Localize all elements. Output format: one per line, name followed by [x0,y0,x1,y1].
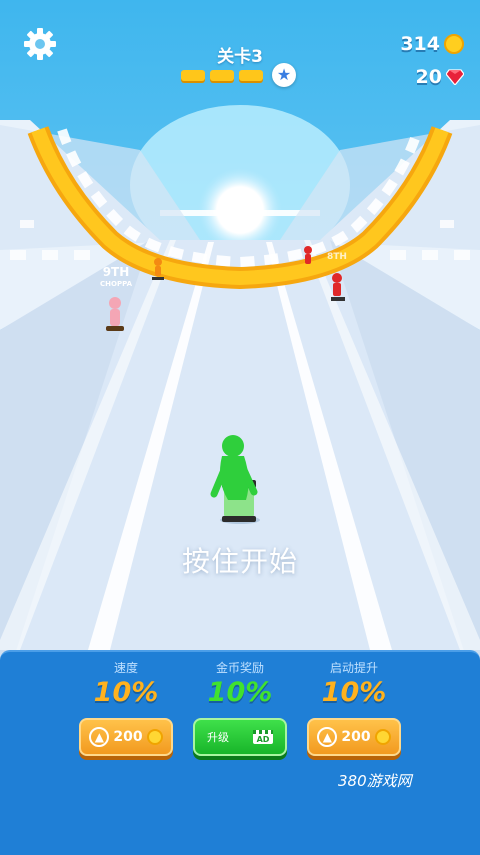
upgrade-title: 金币奖励 [215,661,264,675]
progress-segment [181,69,205,81]
ad-label: AD [256,735,270,744]
level-progress: ★ [181,63,296,87]
runner-tag-8th: 8TH [322,252,352,262]
arrow-up-icon: ▲ [317,727,338,747]
runner-name: CHOPPA [100,280,132,288]
upgrade-button-label: 升级 [207,731,229,744]
progress-segment [210,69,234,81]
upgrade-value: 10% [93,677,159,708]
upgrade-panel: 速度 10% ▲ 200 金币奖励 10% 升级 AD 启动提升 10% ▲ 2… [0,650,480,855]
upgrade-coin-bonus-button[interactable]: 升级 AD [193,718,287,756]
gem-counter: 20 [416,66,464,88]
upgrade-coin-bonus: 金币奖励 10% 升级 AD [190,660,290,756]
progress-segment [239,69,263,81]
upgrade-start-boost-button[interactable]: ▲ 200 [307,718,401,756]
runner-tag-9th: 9TH CHOPPA [96,266,136,290]
runner-rank: 9TH [102,265,130,279]
upgrade-price: 200 [113,729,143,745]
hold-to-start-prompt[interactable]: 按住开始 [0,540,480,580]
arrow-up-icon: ▲ [89,727,110,747]
ad-video-icon: AD [253,730,273,744]
coin-icon [146,729,163,745]
runner-rank: 8TH [327,252,347,262]
upgrade-start-boost: 启动提升 10% ▲ 200 [304,660,404,756]
upgrade-value: 10% [207,677,273,708]
coin-count: 314 [400,33,440,55]
upgrade-title: 速度 [113,661,138,675]
coin-icon [444,34,464,54]
upgrade-speed: 速度 10% ▲ 200 [76,660,176,756]
watermark: 380游戏网 [338,772,412,790]
coin-counter: 314 [400,33,464,55]
upgrade-title: 启动提升 [329,661,378,675]
star-icon: ★ [272,63,296,87]
upgrade-speed-button[interactable]: ▲ 200 [79,718,173,756]
upgrade-value: 10% [321,677,387,708]
coin-icon [374,729,391,745]
upgrade-price: 200 [341,729,371,745]
gem-count: 20 [415,66,442,88]
gem-icon [446,69,464,85]
